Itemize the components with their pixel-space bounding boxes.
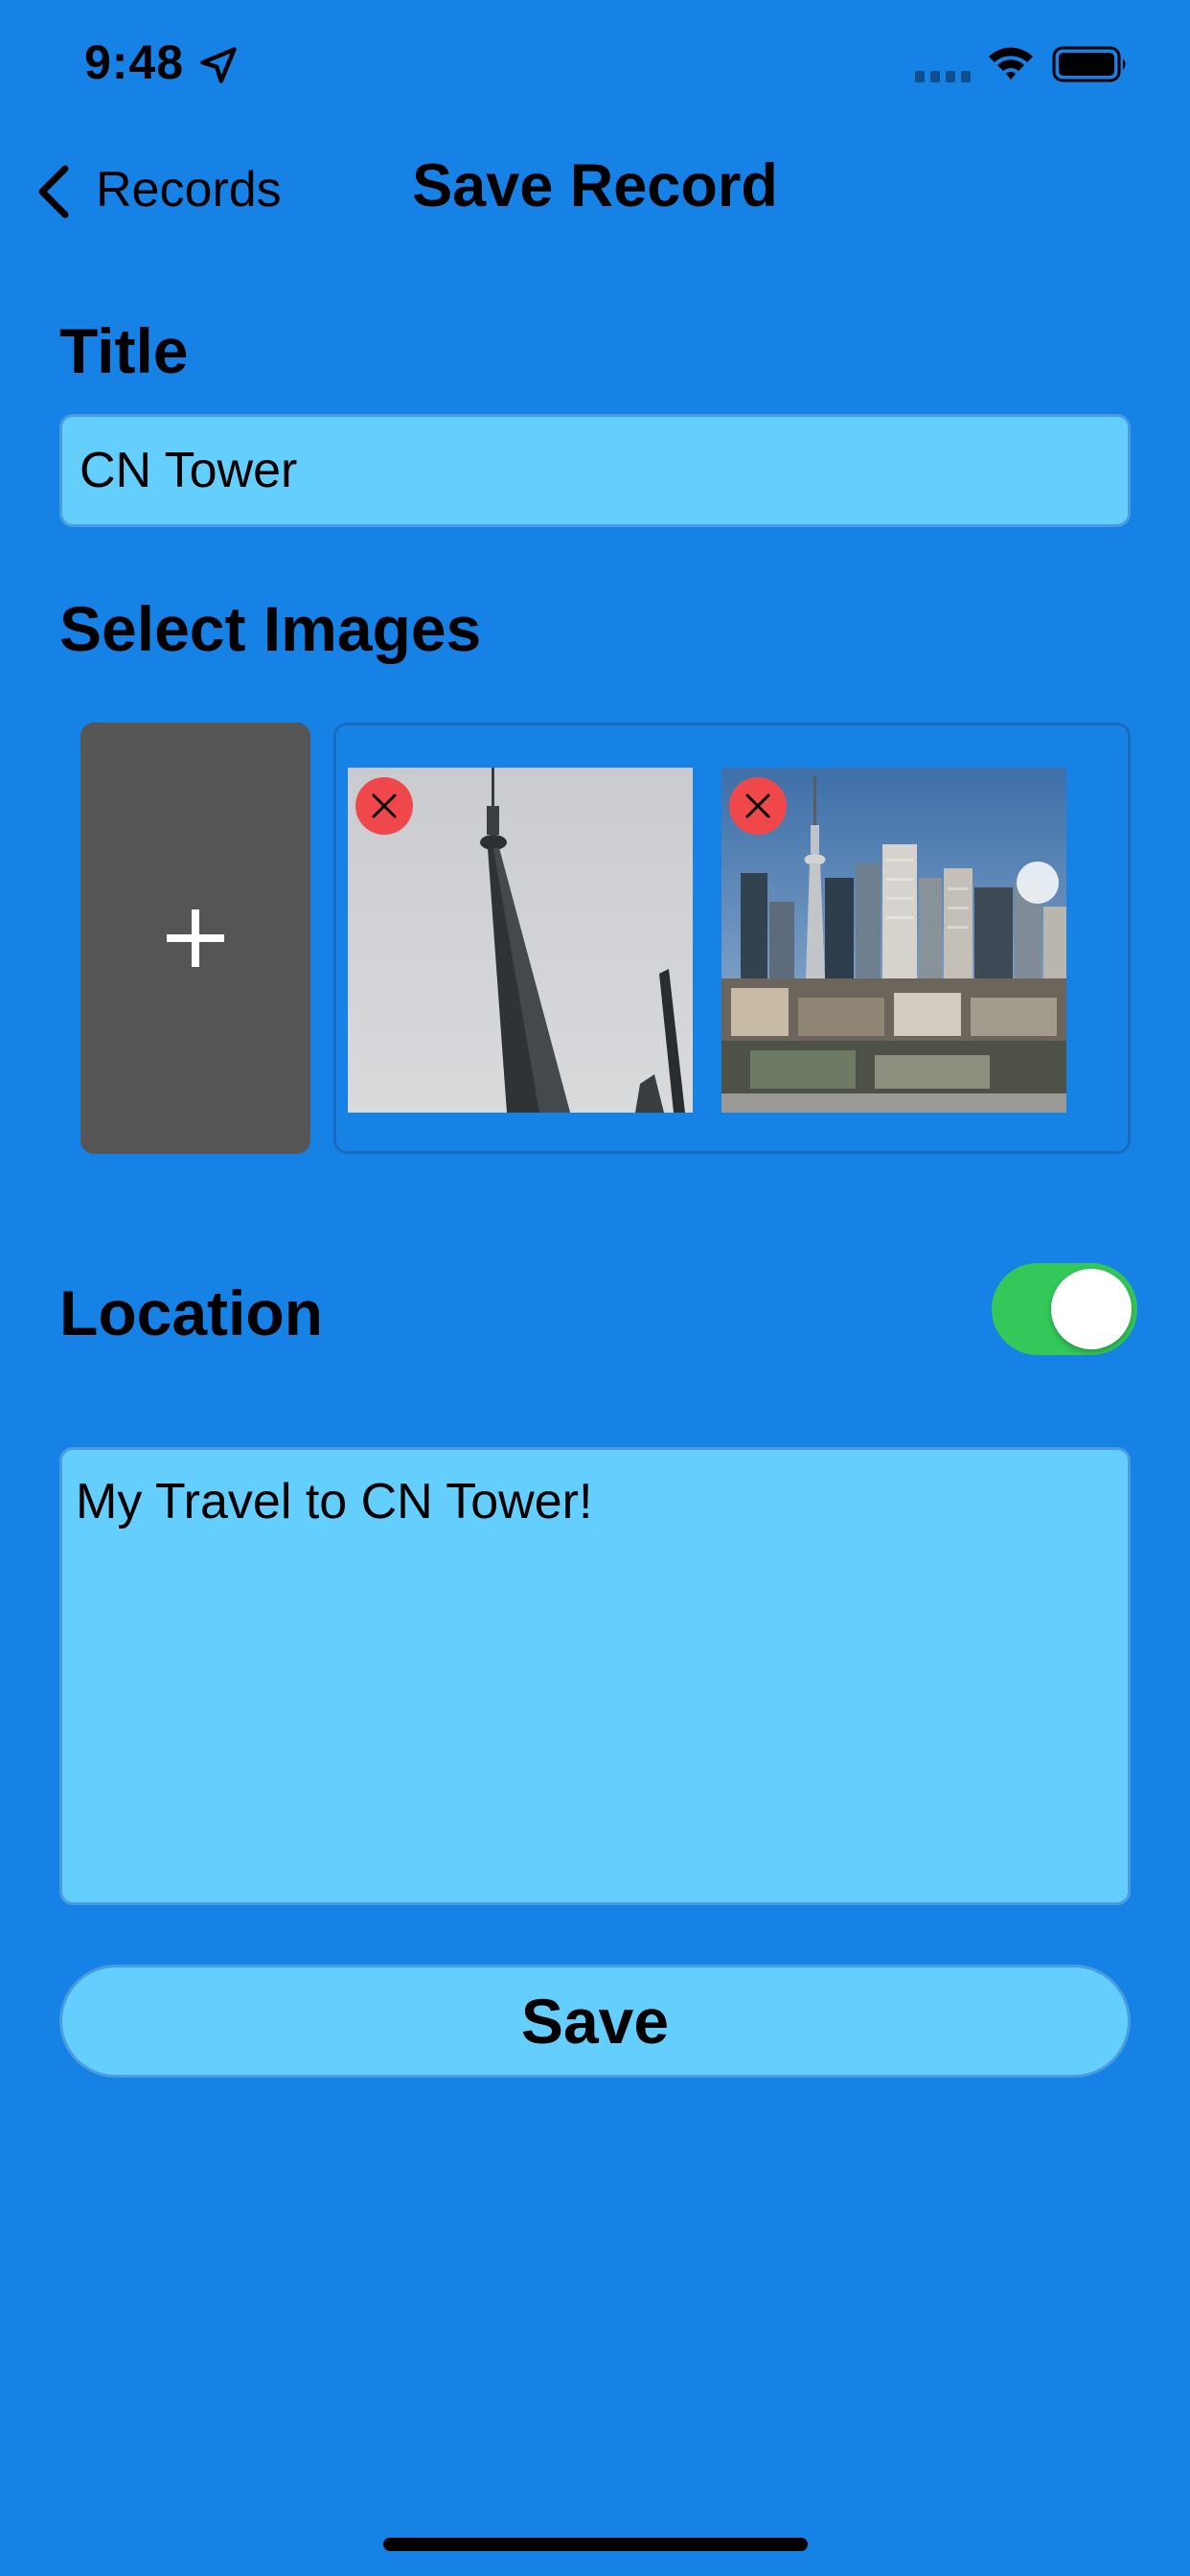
cellular-signal-icon <box>915 71 971 82</box>
location-toggle[interactable] <box>992 1263 1137 1355</box>
selected-images-list <box>333 723 1131 1154</box>
add-image-button[interactable] <box>80 723 310 1154</box>
title-input-value: CN Tower <box>80 443 298 498</box>
title-label: Title <box>59 315 189 386</box>
select-images-label: Select Images <box>59 593 482 664</box>
plus-icon <box>167 909 224 967</box>
image-thumbnail-2[interactable] <box>721 768 1066 1113</box>
notes-value: My Travel to CN Tower! <box>76 1474 593 1530</box>
wifi-icon <box>989 47 1033 80</box>
close-icon <box>372 794 397 818</box>
save-button[interactable]: Save <box>59 1965 1131 2078</box>
status-time: 9:48 <box>84 35 185 89</box>
image-thumbnail-1[interactable] <box>348 768 693 1113</box>
toggle-knob <box>1051 1269 1132 1349</box>
notes-textarea[interactable]: My Travel to CN Tower! <box>59 1447 1131 1905</box>
home-indicator <box>383 2538 808 2551</box>
save-record-screen: 9:48 Records Save Record Title CN Tower … <box>0 0 1190 2576</box>
location-label: Location <box>59 1277 323 1348</box>
remove-image-button[interactable] <box>729 777 787 835</box>
battery-icon <box>1052 46 1126 82</box>
close-icon <box>745 794 770 818</box>
title-input[interactable]: CN Tower <box>59 414 1131 527</box>
location-arrow-icon <box>200 47 237 83</box>
page-title: Save Record <box>412 152 778 219</box>
remove-image-button[interactable] <box>355 777 413 835</box>
